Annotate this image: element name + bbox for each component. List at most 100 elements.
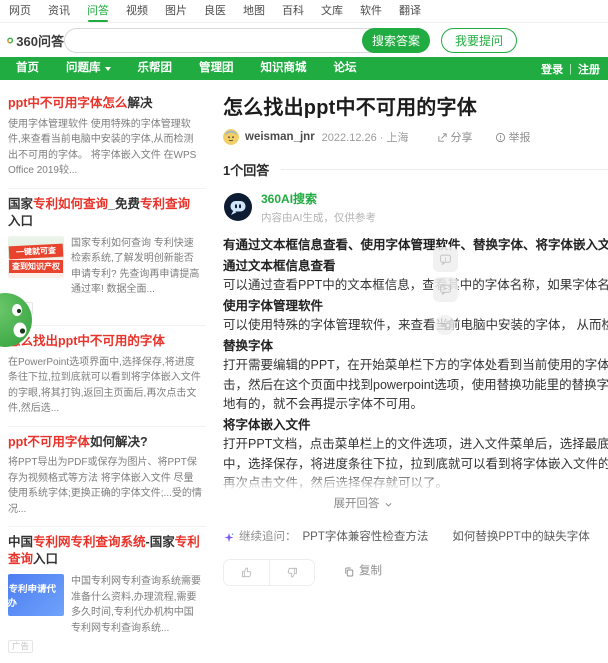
speech-bubble-minus-icon: [439, 283, 452, 296]
nav-item-management[interactable]: 管理团: [199, 57, 234, 80]
follow-up-bar: 继续追问： PPT字体兼容性检查方法 如何替换PPT中的缺失字体 PPT中字体冲…: [223, 529, 608, 547]
copy-icon: [343, 566, 355, 578]
topnav-item-wenda[interactable]: 问答: [87, 0, 109, 23]
section-body: 可以使用特殊的字体管理软件，来查看当前电脑中安装的字体， 从而检测出不可用的字体…: [223, 316, 608, 336]
answer-count: 1个回答: [223, 160, 269, 179]
floating-toolbar: [433, 247, 458, 335]
top-nav: 网页 资讯 问答 视频 图片 良医 地图 百科 文库 软件 翻译: [0, 0, 608, 23]
chevron-down-icon: [384, 500, 393, 509]
related-result-1: ppt中不可用字体怎么解决 使用字体管理软件 使用特殊的字体管理软件,来查看当前…: [8, 88, 206, 189]
follow-up-link[interactable]: 如何替换PPT中的缺失字体: [452, 529, 589, 547]
related-result-5-ad: 中国专利网专利查询系统-国家专利查询入口 专利申请代办 中国专利网专利查询系统需…: [8, 527, 206, 663]
title-text: 国家: [8, 197, 33, 211]
vote-group: [223, 559, 315, 586]
topnav-item-wenku[interactable]: 文库: [321, 0, 343, 23]
topnav-item-image[interactable]: 图片: [165, 0, 187, 23]
360ai-logo-icon: [223, 192, 253, 222]
report-icon: [495, 132, 506, 143]
search-bar: 搜索答案: [64, 28, 430, 53]
title-text: 解决: [127, 96, 152, 110]
question-meta: weisman_jnr 2022.12.26 · 上海 分享 举报: [223, 129, 608, 145]
thumbs-down-icon: [286, 566, 299, 579]
result-snippet: 中国专利网专利查询系统需要准备什么资料,办理流程,需要多久时间,专利代办机构中国…: [71, 574, 202, 636]
title-highlight: ppt中不可用字体怎么: [8, 96, 127, 110]
share-button[interactable]: 分享: [437, 129, 473, 145]
logo-text: 360问答: [16, 31, 64, 50]
copy-button[interactable]: 复制: [343, 563, 382, 581]
section-heading: 将字体嵌入文件: [223, 416, 608, 436]
author-name[interactable]: weisman_jnr: [245, 131, 315, 143]
avatar: [223, 129, 239, 145]
logo-360wenda[interactable]: 360问答: [7, 31, 64, 50]
section-heading: 通过文本框信息查看: [223, 257, 608, 277]
title-text: _免费: [108, 197, 140, 211]
topnav-item-doctor[interactable]: 良医: [204, 0, 226, 23]
ai-disclaimer: 内容由AI生成，仅供参考: [261, 210, 376, 225]
share-nodes-button[interactable]: [435, 315, 455, 335]
login-register-divider: |: [569, 63, 572, 75]
thumbs-up-icon: [240, 566, 253, 579]
header: 360问答 搜索答案 我要提问: [0, 23, 608, 57]
nav-item-home[interactable]: 首页: [16, 57, 39, 80]
search-input[interactable]: [65, 29, 362, 52]
ai-source-name[interactable]: 360AI搜索: [261, 192, 376, 206]
result-title-link[interactable]: ppt中不可用字体怎么解决: [8, 95, 202, 112]
nav-item-knowledge-mall[interactable]: 知识商城: [261, 57, 307, 80]
ad-thumbnail[interactable]: 专利申请代办: [8, 574, 64, 616]
nav-item-lebangtuan[interactable]: 乐帮团: [138, 57, 173, 80]
share-nodes-icon: [440, 320, 451, 331]
topnav-item-news[interactable]: 资讯: [48, 0, 70, 23]
divider-line: [281, 169, 608, 170]
topnav-item-translate[interactable]: 翻译: [399, 0, 421, 23]
related-results-sidebar: ppt中不可用字体怎么解决 使用字体管理软件 使用特殊的字体管理软件,来查看当前…: [0, 88, 206, 663]
title-text: 中国: [8, 535, 33, 549]
answer-lead: 有通过文本框信息查看、使用字体管理软件、替换字体、将字体嵌入文件等方法。: [223, 236, 608, 256]
assistant-mascot-widget[interactable]: [0, 289, 38, 356]
ad-badge: 广告: [8, 640, 33, 653]
comment-bubble-button[interactable]: [433, 277, 458, 302]
ad-thumb-text: 一键就可查: [9, 243, 64, 259]
search-answers-button[interactable]: 搜索答案: [362, 28, 430, 53]
ad-thumb-text: 查到知识产权: [9, 260, 63, 273]
thumbs-up-button[interactable]: [224, 560, 269, 585]
section-heading: 替换字体: [223, 337, 608, 357]
topnav-item-baike[interactable]: 百科: [282, 0, 304, 23]
follow-up-label: 继续追问：: [239, 529, 297, 547]
follow-up-link[interactable]: PPT字体兼容性检查方法: [303, 529, 429, 547]
main-nav: 首页 问题库 乐帮团 管理团 知识商城 论坛 登录 | 注册: [0, 57, 608, 80]
title-highlight: 专利网专利查询系统: [33, 535, 146, 549]
chevron-down-icon: [105, 67, 111, 71]
question-title: 怎么找出ppt中不可用的字体: [223, 91, 608, 120]
login-link[interactable]: 登录: [541, 61, 563, 77]
collapsed-section: 打开PPT文档，点击菜单栏上的文件选项，进入文件菜单后，选择最底下的选项，在Po…: [223, 435, 608, 494]
topnav-item-map[interactable]: 地图: [243, 0, 265, 23]
answer-body: 有通过文本框信息查看、使用字体管理软件、替换字体、将字体嵌入文件等方法。 通过文…: [223, 236, 608, 585]
report-button[interactable]: 举报: [495, 129, 531, 145]
topnav-item-video[interactable]: 视频: [126, 0, 148, 23]
360-ring-icon: [7, 32, 13, 49]
expand-answer-button[interactable]: 展开回答: [223, 496, 503, 514]
related-result-4: ppt不可用字体如何解决? 将PPT导出为PDF或保存为图片、将PPT保存为视频…: [8, 427, 206, 528]
result-title-link[interactable]: ppt不可用字体如何解决?: [8, 434, 202, 451]
ad-thumbnail[interactable]: 一键就可查 查到知识产权: [8, 236, 64, 278]
thumbs-down-button[interactable]: [269, 560, 314, 585]
title-text: 入口: [33, 552, 58, 566]
result-snippet: 国家专利如何查询 专利快速检索系统,了解发明创新能否申请专利? 先查询再申请提高…: [71, 236, 202, 298]
ad-thumb-text: 专利申请代办: [8, 581, 64, 609]
nav-item-forum[interactable]: 论坛: [334, 57, 357, 80]
feedback-bubble-button[interactable]: [433, 247, 458, 272]
register-link[interactable]: 注册: [578, 61, 600, 77]
result-title-link[interactable]: 国家专利如何查询_免费专利查询入口: [8, 196, 202, 230]
result-snippet: 使用字体管理软件 使用特殊的字体管理软件,来查看当前电脑中安装的字体,从而检测出…: [8, 117, 202, 179]
topnav-item-web[interactable]: 网页: [9, 0, 31, 23]
page-content: ppt中不可用字体怎么解决 使用字体管理软件 使用特殊的字体管理软件,来查看当前…: [0, 80, 608, 663]
section-body: 打开需要编辑的PPT，在开始菜单栏下方的字体处看到当前使用的字体，找到左上方的o…: [223, 356, 608, 415]
topnav-item-software[interactable]: 软件: [360, 0, 382, 23]
nav-item-question-bank[interactable]: 问题库: [66, 57, 111, 80]
result-title-link[interactable]: 中国专利网专利查询系统-国家专利查询入口: [8, 534, 202, 568]
fade-overlay: [223, 472, 608, 494]
ask-question-button[interactable]: 我要提问: [441, 28, 517, 53]
title-text: -国家: [146, 535, 175, 549]
title-highlight: 专利如何查询: [33, 197, 108, 211]
section-body: 可以通过查看PPT中的文本框信息，查看其中的字体名称，如果字体名称不可用，则说明…: [223, 276, 608, 296]
